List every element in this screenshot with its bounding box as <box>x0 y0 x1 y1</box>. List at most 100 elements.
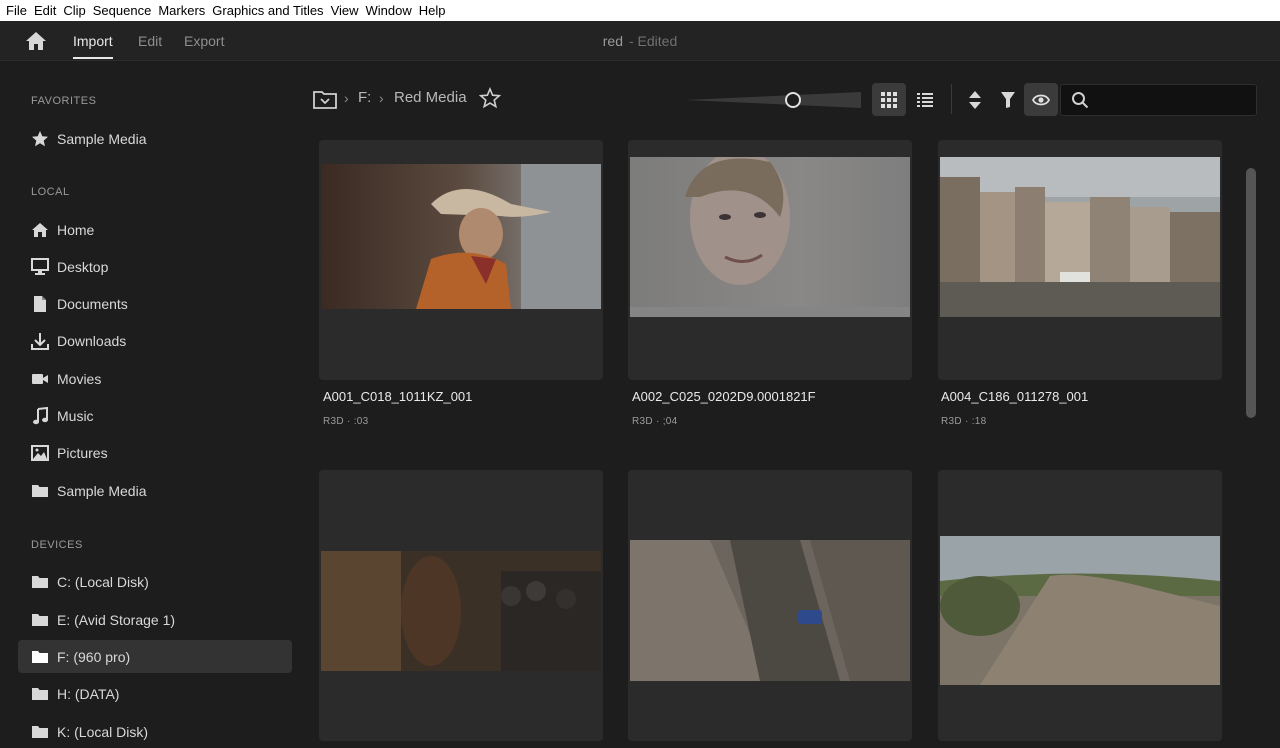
menu-sequence[interactable]: Sequence <box>91 0 157 21</box>
sidebar-item-downloads[interactable]: Downloads <box>18 324 292 357</box>
sidebar-item-desktop[interactable]: Desktop <box>18 250 292 283</box>
clip-thumbnail-rally-car <box>630 540 910 681</box>
clip-format: R3D <box>323 416 344 427</box>
menu-file[interactable]: File <box>4 0 32 21</box>
sidebar-item-music[interactable]: Music <box>18 399 292 432</box>
sidebar-item-c-drive[interactable]: C: (Local Disk) <box>18 565 292 598</box>
folder-icon <box>30 481 50 501</box>
folder-menu-button[interactable] <box>312 86 338 112</box>
clip-card-a001[interactable] <box>319 140 603 380</box>
sidebar-item-label: F: (960 pro) <box>57 648 131 665</box>
clip-meta: R3D · :03 <box>323 416 369 427</box>
toolbar-divider <box>951 84 952 114</box>
project-status: - Edited <box>628 33 678 49</box>
search-input[interactable] <box>1095 92 1245 108</box>
clip-thumbnail-cowboy <box>321 164 601 309</box>
tab-import[interactable]: Import <box>73 21 113 61</box>
grid-view-button[interactable] <box>872 83 906 116</box>
tab-export[interactable]: Export <box>184 21 224 61</box>
sidebar-item-home[interactable]: Home <box>18 213 292 246</box>
menu-window[interactable]: Window <box>364 0 417 21</box>
sidebar-item-label: Sample Media <box>57 482 147 499</box>
local-heading: LOCAL <box>31 186 70 198</box>
sidebar-item-label: Downloads <box>57 332 127 349</box>
image-icon <box>30 443 50 463</box>
clip-card-rally-car[interactable] <box>628 470 912 741</box>
sort-icon <box>969 90 981 109</box>
sidebar-item-f-drive[interactable]: F: (960 pro) <box>18 640 292 673</box>
clip-meta: R3D · :18 <box>941 416 987 427</box>
filter-icon <box>1001 91 1015 108</box>
breadcrumb-separator: › <box>379 90 384 106</box>
menu-bar: File Edit Clip Sequence Markers Graphics… <box>0 0 1280 21</box>
sidebar-item-label: Music <box>57 407 94 424</box>
sidebar-item-label: C: (Local Disk) <box>57 573 149 590</box>
list-view-button[interactable] <box>908 83 942 116</box>
breadcrumb-item-f-drive[interactable]: F: <box>358 89 371 106</box>
sidebar-item-documents[interactable]: Documents <box>18 287 292 320</box>
sidebar-item-h-drive[interactable]: H: (DATA) <box>18 677 292 710</box>
clip-card-night-street[interactable] <box>319 470 603 741</box>
folder-icon <box>30 722 50 742</box>
sidebar-item-e-drive[interactable]: E: (Avid Storage 1) <box>18 603 292 636</box>
sidebar-item-label: K: (Local Disk) <box>57 723 149 740</box>
vertical-scrollbar[interactable] <box>1246 168 1256 418</box>
menu-clip[interactable]: Clip <box>61 0 90 21</box>
sidebar-item-label: E: (Avid Storage 1) <box>57 611 176 628</box>
sidebar-item-movies[interactable]: Movies <box>18 362 292 395</box>
clip-name: A002_C025_0202D9.0001821F <box>632 389 816 404</box>
home-button[interactable] <box>24 30 48 52</box>
sidebar-item-label: Pictures <box>57 444 108 461</box>
zoom-slider-handle[interactable] <box>784 92 801 108</box>
clip-card-a002[interactable] <box>628 140 912 380</box>
clip-name: A001_C018_1011KZ_001 <box>323 389 473 404</box>
menu-view[interactable]: View <box>329 0 364 21</box>
favorites-heading: FAVORITES <box>31 95 97 107</box>
menu-help[interactable]: Help <box>417 0 451 21</box>
sidebar-item-sample-media[interactable]: Sample Media <box>18 474 292 507</box>
sidebar-item-sample-media-favorite[interactable]: Sample Media <box>18 122 292 155</box>
download-icon <box>30 331 50 351</box>
search-icon <box>1071 91 1089 109</box>
sort-button[interactable] <box>958 83 992 116</box>
sidebar-item-label: Movies <box>57 370 102 387</box>
clip-thumbnail-woman <box>630 157 910 317</box>
home-icon <box>26 32 46 50</box>
menu-graphics-and-titles[interactable]: Graphics and Titles <box>210 0 328 21</box>
breadcrumb-item-red-media[interactable]: Red Media <box>394 89 467 106</box>
sidebar: FAVORITES Sample Media LOCAL Home Deskto… <box>0 62 305 741</box>
video-camera-icon <box>30 369 50 389</box>
filter-button[interactable] <box>991 83 1025 116</box>
devices-heading: DEVICES <box>31 539 83 551</box>
sidebar-item-label: H: (DATA) <box>57 685 120 702</box>
menu-markers[interactable]: Markers <box>156 0 210 21</box>
folder-icon <box>30 572 50 592</box>
document-icon <box>30 294 50 314</box>
folder-icon <box>30 647 50 667</box>
clip-thumbnail-dirt-track <box>940 536 1220 685</box>
sidebar-item-pictures[interactable]: Pictures <box>18 436 292 469</box>
clip-card-a004[interactable] <box>938 140 1222 380</box>
breadcrumb-separator: › <box>344 90 349 106</box>
clip-duration: ;04 <box>662 416 678 427</box>
sidebar-item-label: Home <box>57 221 95 238</box>
sidebar-item-k-drive[interactable]: K: (Local Disk) <box>18 715 292 748</box>
clip-duration: :03 <box>353 416 369 427</box>
eye-icon <box>1032 94 1050 105</box>
clip-card-dirt-track[interactable] <box>938 470 1222 741</box>
folder-icon <box>30 610 50 630</box>
menu-edit[interactable]: Edit <box>32 0 61 21</box>
clip-name: A004_C186_011278_001 <box>941 389 1089 404</box>
favorite-button[interactable] <box>478 86 502 109</box>
preview-toggle-button[interactable] <box>1024 83 1058 116</box>
music-note-icon <box>30 406 50 426</box>
zoom-slider[interactable] <box>683 90 863 110</box>
tab-edit[interactable]: Edit <box>138 21 162 61</box>
grid-view-icon <box>881 91 897 108</box>
search-box[interactable] <box>1060 84 1257 116</box>
star-outline-icon <box>478 86 502 109</box>
clip-thumbnail-venice <box>940 157 1220 317</box>
sidebar-item-label: Documents <box>57 295 128 312</box>
app-header: Import Edit Export red - Edited <box>0 21 1280 61</box>
sidebar-item-label: Desktop <box>57 258 109 275</box>
